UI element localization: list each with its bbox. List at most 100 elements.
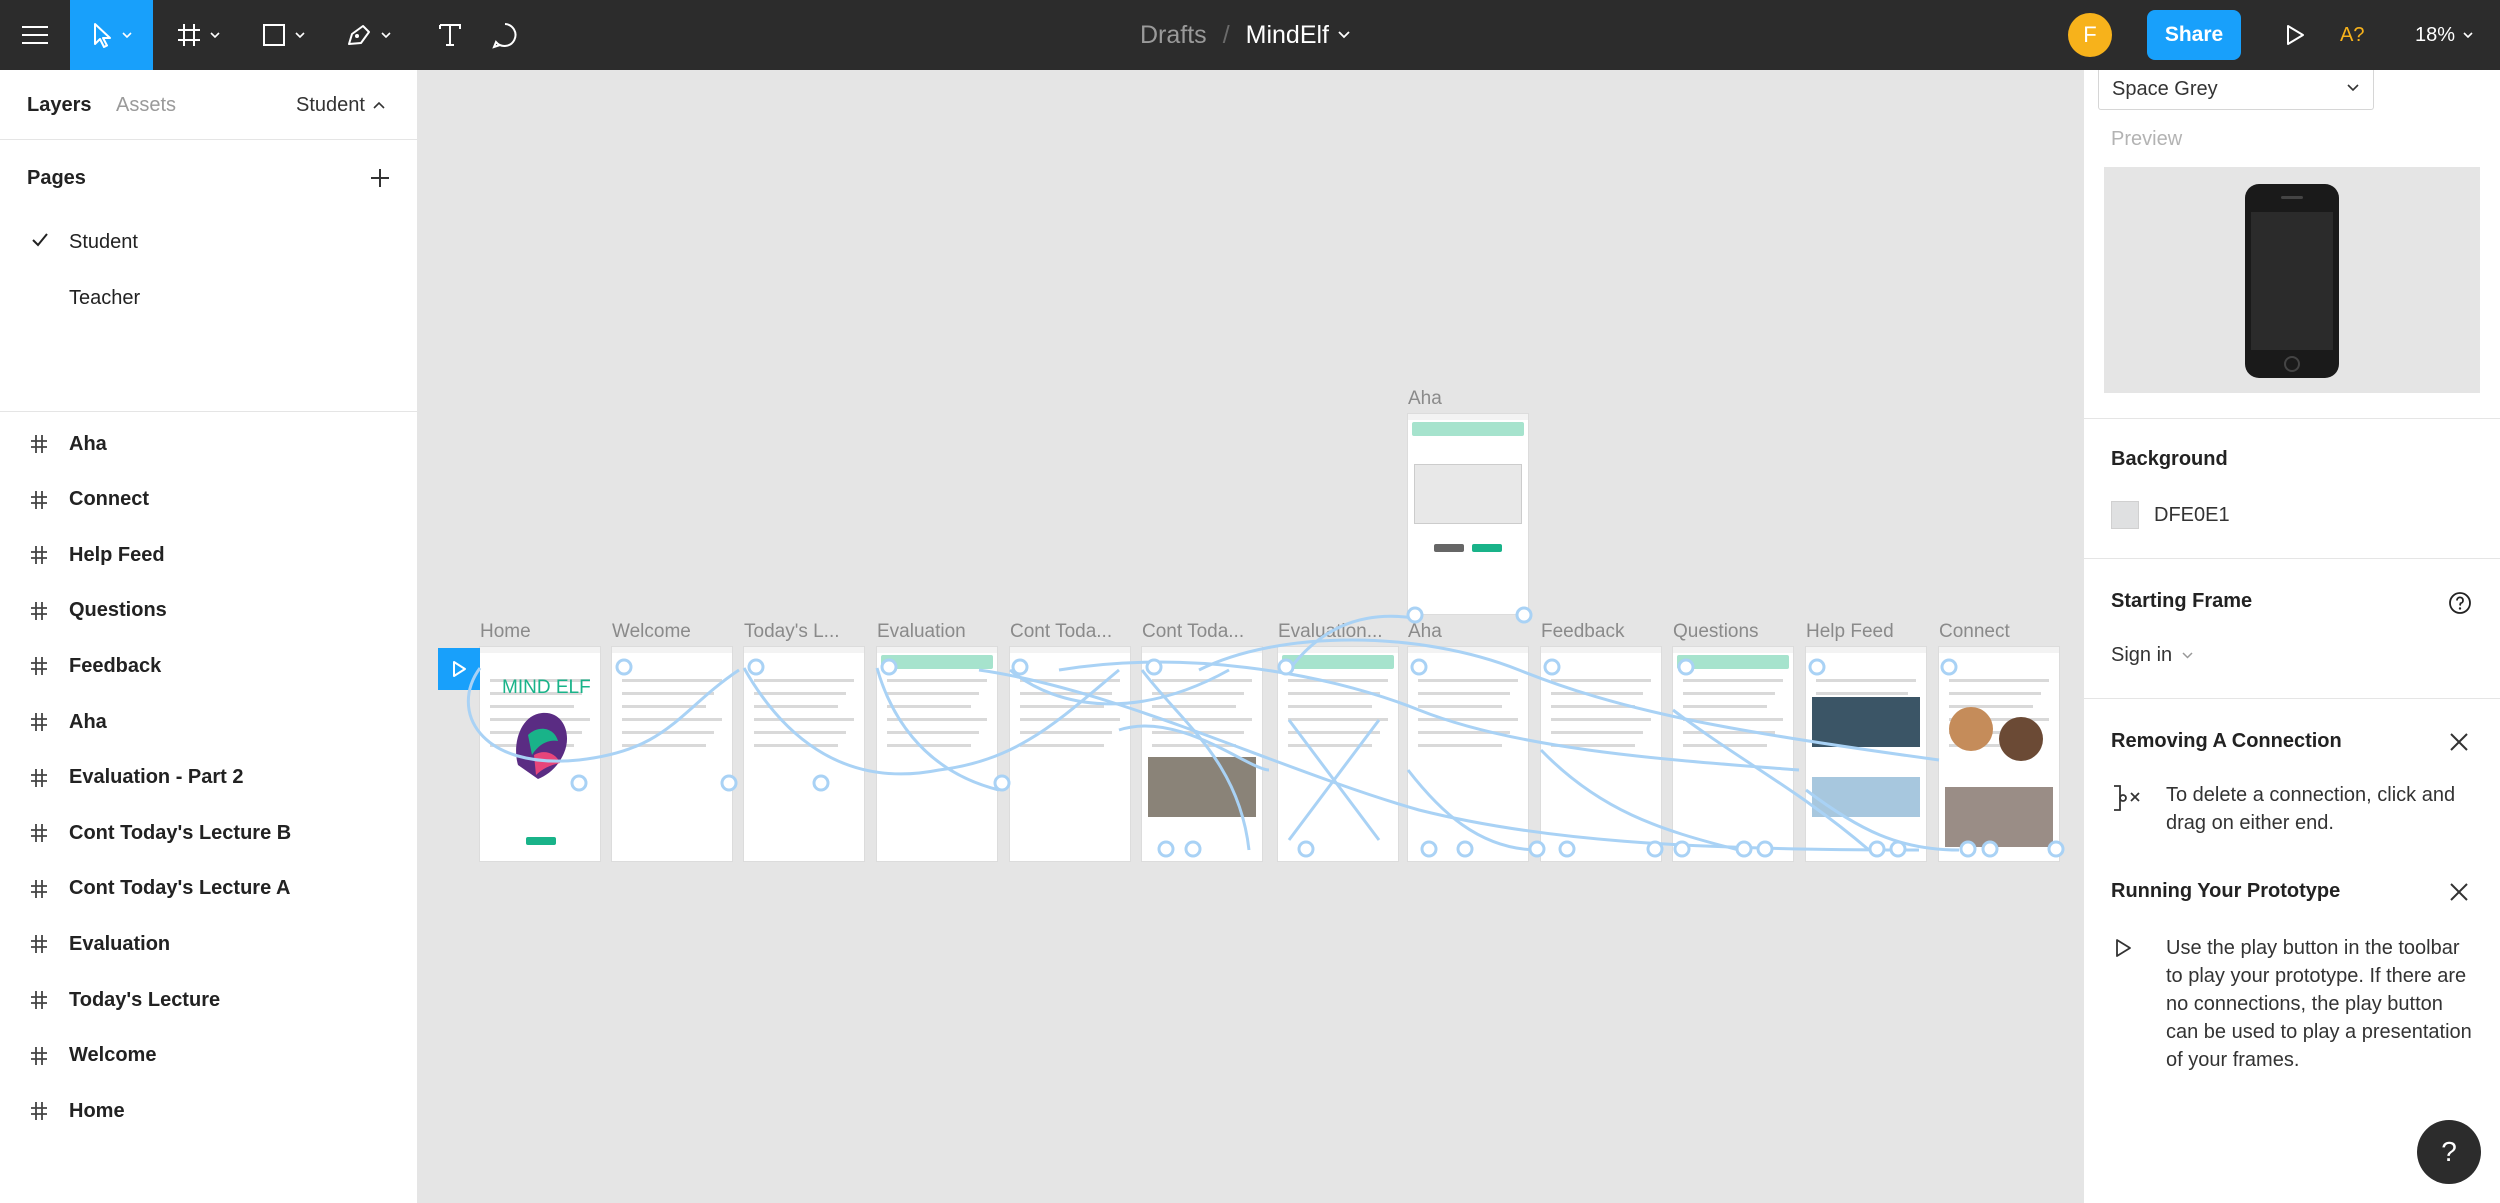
frame-icon (31, 824, 47, 843)
zoom-dropdown[interactable]: 18% (2415, 0, 2473, 70)
pen-tool-button[interactable] (333, 0, 403, 70)
frame-icon (31, 935, 47, 954)
close-icon[interactable] (2447, 880, 2471, 904)
connection-handle[interactable] (1543, 658, 1561, 676)
connection-handle[interactable] (1406, 606, 1424, 624)
chevron-down-icon[interactable] (1338, 31, 1350, 39)
background-hex-value[interactable]: DFE0E1 (2154, 504, 2230, 527)
connection-handle[interactable] (1981, 840, 1999, 858)
connection-handle[interactable] (720, 774, 738, 792)
shape-tool-button[interactable] (248, 0, 318, 70)
menu-button[interactable] (0, 0, 70, 70)
prototype-connections[interactable] (419, 70, 2082, 1203)
divider (2084, 558, 2500, 559)
breadcrumb-separator: / (1222, 20, 1230, 49)
accessibility-check-button[interactable]: A? (2340, 0, 2364, 70)
connection-handle[interactable] (1410, 658, 1428, 676)
removing-connection-text: To delete a connection, click and drag o… (2166, 784, 2456, 834)
connection-handle[interactable] (615, 658, 633, 676)
connection-line[interactable] (1198, 638, 1940, 762)
connection-handle[interactable] (1646, 840, 1664, 858)
close-icon[interactable] (2447, 730, 2471, 754)
present-button[interactable] (2270, 0, 2320, 70)
connection-handle[interactable] (1735, 840, 1753, 858)
connection-line[interactable] (1805, 788, 1960, 852)
frame-tool-icon (178, 24, 200, 46)
connection-handle[interactable] (1145, 658, 1163, 676)
connection-handle[interactable] (1184, 840, 1202, 858)
breadcrumb-drafts[interactable]: Drafts (1140, 21, 1207, 50)
share-button[interactable]: Share (2147, 10, 2241, 60)
connection-line[interactable] (1406, 769, 1540, 852)
layer-item[interactable]: Cont Today's Lecture A (0, 861, 418, 917)
file-name[interactable]: MindElf (1246, 21, 1329, 50)
pages-title: Pages (27, 166, 86, 189)
starting-frame-dropdown[interactable]: Sign in (2111, 644, 2193, 667)
connection-handle[interactable] (1808, 658, 1826, 676)
help-circle-icon[interactable] (2448, 591, 2472, 615)
connection-handle[interactable] (1528, 840, 1546, 858)
connection-handle[interactable] (880, 658, 898, 676)
connection-handle[interactable] (1515, 606, 1533, 624)
plus-icon (371, 169, 389, 187)
frame-icon (31, 490, 47, 509)
page-item-teacher[interactable]: Teacher (0, 270, 418, 326)
layer-item[interactable]: Aha (0, 694, 418, 750)
design-canvas[interactable]: Home MIND ELF Welcome Today's L... Evaluatio… (419, 70, 2082, 1203)
connection-handle[interactable] (1456, 840, 1474, 858)
layer-label: Aha (69, 710, 107, 733)
connection-handle[interactable] (747, 658, 765, 676)
move-tool-button[interactable] (70, 0, 153, 70)
layer-item[interactable]: Today's Lecture (0, 972, 418, 1028)
current-page-label: Student (296, 93, 365, 116)
layer-item[interactable]: Evaluation - Part 2 (0, 750, 418, 806)
frame-tool-button[interactable] (163, 0, 233, 70)
connection-line[interactable] (1058, 660, 1800, 772)
help-button[interactable]: ? (2417, 1120, 2481, 1184)
tab-layers[interactable]: Layers (27, 70, 92, 140)
frame-icon (31, 713, 47, 731)
connection-handle[interactable] (1558, 840, 1576, 858)
layer-item[interactable]: Home (0, 1083, 418, 1139)
connection-line[interactable] (1009, 668, 1230, 706)
connection-handle[interactable] (1277, 658, 1295, 676)
layer-item[interactable]: Aha (0, 416, 418, 472)
connection-handle[interactable] (1157, 840, 1175, 858)
connection-handle[interactable] (1889, 840, 1907, 858)
layer-item[interactable]: Welcome (0, 1028, 418, 1084)
connection-handle[interactable] (993, 774, 1011, 792)
user-avatar[interactable]: F (2068, 13, 2112, 57)
device-color-dropdown[interactable]: Space Grey (2098, 70, 2374, 110)
layer-item[interactable]: Questions (0, 583, 418, 639)
connection-handle[interactable] (812, 774, 830, 792)
connection-line[interactable] (1672, 708, 1870, 852)
tab-assets[interactable]: Assets (116, 70, 176, 140)
connection-handle[interactable] (1959, 840, 1977, 858)
connection-line[interactable] (978, 668, 1920, 852)
connection-handle[interactable] (1868, 840, 1886, 858)
layer-item[interactable]: Help Feed (0, 527, 418, 583)
page-item-student[interactable]: Student (0, 214, 418, 270)
connection-handle[interactable] (1297, 840, 1315, 858)
comment-tool-button[interactable] (470, 0, 540, 70)
layer-item[interactable]: Connect (0, 472, 418, 528)
layer-item[interactable]: Evaluation (0, 916, 418, 972)
layer-item[interactable]: Feedback (0, 638, 418, 694)
layer-item[interactable]: Cont Today's Lecture B (0, 805, 418, 861)
connection-handle[interactable] (570, 774, 588, 792)
connection-handle[interactable] (1420, 840, 1438, 858)
background-color-swatch[interactable] (2111, 501, 2139, 529)
connection-line[interactable] (466, 667, 740, 763)
add-page-button[interactable] (362, 160, 398, 196)
connection-handle[interactable] (1011, 658, 1029, 676)
connection-handle[interactable] (1940, 658, 1958, 676)
current-page-dropdown[interactable]: Student (296, 70, 385, 140)
connection-handle[interactable] (2047, 840, 2065, 858)
file-breadcrumb: Drafts / MindElf (1140, 0, 1350, 70)
connection-line[interactable] (1287, 719, 1381, 841)
connection-handle[interactable] (1756, 840, 1774, 858)
connection-handle[interactable] (1673, 840, 1691, 858)
layer-label: Connect (69, 488, 149, 511)
connection-handle[interactable] (1677, 658, 1695, 676)
check-icon (32, 233, 48, 247)
